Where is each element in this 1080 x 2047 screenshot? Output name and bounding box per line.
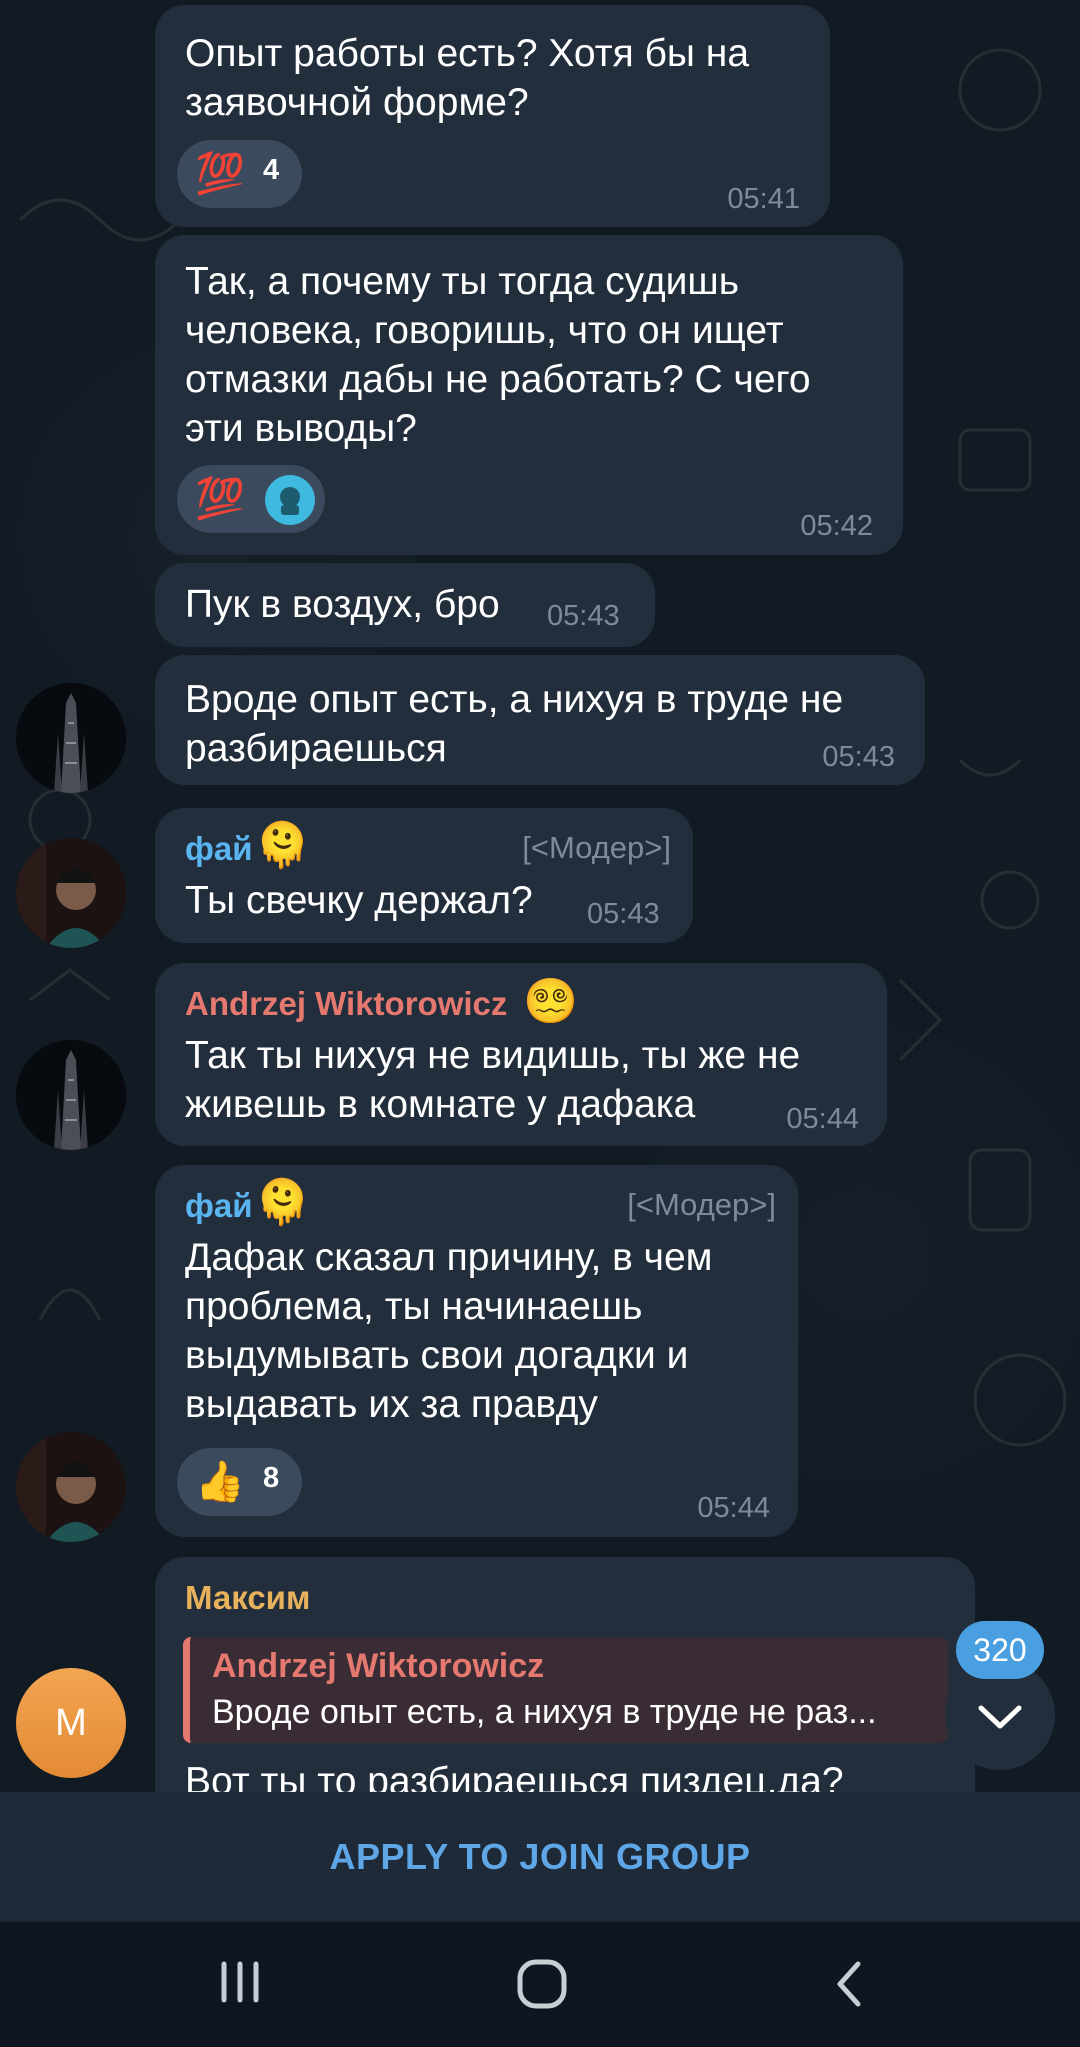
avatar[interactable]	[16, 683, 126, 793]
robot-icon	[280, 487, 300, 515]
reaction-count: 8	[263, 1462, 280, 1494]
reply-sender: Andrzej Wiktorowicz	[212, 1647, 545, 1685]
message-bubble[interactable]: Опыт работы есть? Хотя бы на заявочной ф…	[155, 5, 830, 227]
message-time: 05:43	[822, 741, 895, 773]
message-time: 05:43	[547, 600, 620, 632]
person-photo	[16, 838, 126, 948]
avatar[interactable]	[16, 1040, 126, 1150]
message-text: Дафак сказал причину, в чем проблема, ты…	[185, 1236, 713, 1426]
message-time: 05:44	[786, 1103, 859, 1135]
message-time: 05:42	[800, 510, 873, 542]
cathedral-photo	[16, 683, 126, 793]
reaction-chip[interactable]: 👍 8	[177, 1448, 302, 1516]
person-photo	[16, 1432, 126, 1542]
reply-preview[interactable]: Andrzej Wiktorowicz Вроде опыт есть, а н…	[183, 1637, 948, 1743]
reaction-chip[interactable]: 💯	[177, 465, 325, 533]
chat-area[interactable]: Опыт работы есть? Хотя бы на заявочной ф…	[0, 0, 1080, 1792]
hundred-points-icon: 💯	[195, 477, 245, 521]
message-bubble[interactable]: Пук в воздух, бро 05:43	[155, 563, 655, 647]
hundred-points-icon: 💯	[195, 152, 245, 196]
sender-name[interactable]: Максим	[185, 1579, 310, 1617]
unread-badge: 320	[956, 1621, 1044, 1679]
system-nav-bar	[0, 1922, 1080, 2047]
message-text: Вроде опыт есть, а нихуя в труде не разб…	[185, 678, 844, 770]
reaction-chip[interactable]: 💯 4	[177, 140, 302, 208]
cathedral-photo	[16, 1040, 126, 1150]
message-bubble[interactable]: Andrzej Wiktorowicz 😵‍💫 Так ты нихуя не …	[155, 963, 887, 1146]
message-text: Вот ты то разбираешься пиздец,да?	[185, 1760, 844, 1792]
message-text: Так ты нихуя не видишь, ты же не живешь …	[185, 1034, 801, 1126]
join-bar: APPLY TO JOIN GROUP	[0, 1792, 1080, 1922]
message-text: Ты свечку держал?	[185, 879, 533, 922]
message-bubble[interactable]: Вроде опыт есть, а нихуя в труде не разб…	[155, 655, 925, 785]
message-text: Пук в воздух, бро	[185, 583, 500, 626]
message-text: Так, а почему ты тогда судишь человека, …	[185, 260, 811, 450]
mood-emoji-icon: 🫠	[255, 1178, 310, 1227]
message-time: 05:44	[697, 1492, 770, 1524]
avatar[interactable]	[16, 838, 126, 948]
admin-tag: [<Модер>]	[522, 830, 671, 865]
reply-text: Вроде опыт есть, а нихуя в труде не раз.…	[212, 1693, 877, 1731]
avatar-initial: M	[55, 1701, 87, 1744]
sender-name[interactable]: фай	[185, 1187, 253, 1225]
dizzy-face-icon: 😵‍💫	[523, 977, 578, 1026]
message-bubble[interactable]: Максим Andrzej Wiktorowicz Вроде опыт ес…	[155, 1557, 975, 1792]
message-bubble[interactable]: фай 🫠 [<Модер>] Дафак сказал причину, в …	[155, 1165, 798, 1537]
back-icon[interactable]	[820, 1952, 880, 2016]
message-bubble[interactable]: фай 🫠 [<Модер>] Ты свечку держал? 05:43	[155, 808, 693, 943]
thumbs-up-icon: 👍	[195, 1460, 245, 1504]
message-time: 05:41	[727, 183, 800, 215]
avatar[interactable]	[16, 1432, 126, 1542]
admin-tag: [<Модер>]	[627, 1187, 776, 1222]
mood-emoji-icon: 🫠	[255, 821, 310, 870]
message-bubble[interactable]: Так, а почему ты тогда судишь человека, …	[155, 235, 903, 555]
message-text: Опыт работы есть? Хотя бы на заявочной ф…	[185, 32, 750, 124]
avatar[interactable]: M	[16, 1668, 126, 1778]
reactor-avatar	[265, 475, 315, 525]
reaction-count: 4	[263, 154, 280, 186]
apply-to-join-button[interactable]: APPLY TO JOIN GROUP	[330, 1836, 751, 1878]
home-icon[interactable]	[510, 1952, 574, 2016]
message-time: 05:43	[587, 898, 660, 930]
sender-name[interactable]: Andrzej Wiktorowicz	[185, 985, 507, 1023]
recent-apps-icon[interactable]	[210, 1952, 270, 2012]
sender-name[interactable]: фай	[185, 830, 253, 868]
